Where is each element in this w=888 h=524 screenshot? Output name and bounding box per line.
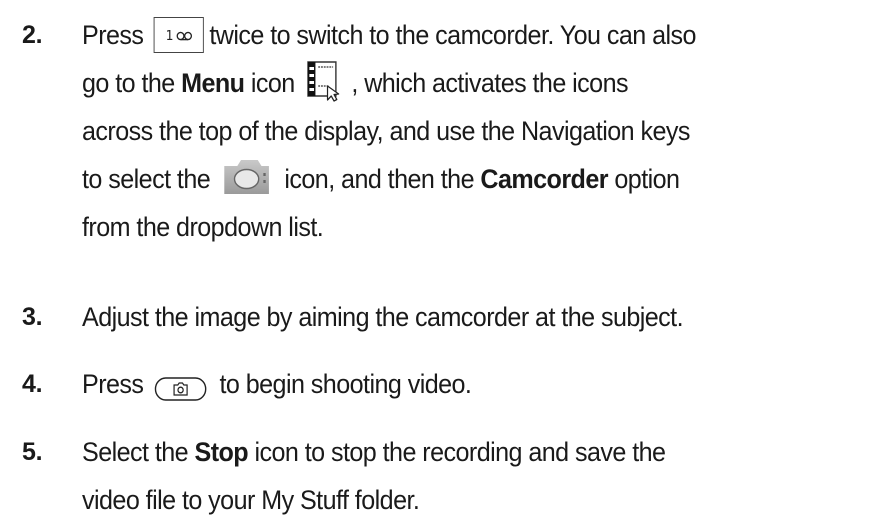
text-fragment: Press: [82, 20, 144, 50]
step-line: video file to your My Stuff folder.: [82, 485, 420, 515]
step-line: across the top of the display, and use t…: [82, 116, 690, 146]
text-fragment: twice to switch to the camcorder. You ca…: [209, 20, 696, 50]
text-fragment: option: [607, 164, 680, 194]
camcorder-label: Camcorder: [480, 164, 608, 194]
step-line: Adjust the image by aiming the camcorder…: [82, 302, 684, 332]
step-text: Select the Stop icon to stop the recordi…: [82, 428, 821, 524]
text-fragment: icon: [244, 68, 295, 98]
menu-label: Menu: [181, 68, 245, 98]
step-line: go to the Menu icon , which activates th…: [82, 59, 821, 107]
text-fragment: Select the: [82, 437, 195, 467]
step-line: to select the icon, and then the Camcord…: [82, 155, 821, 203]
step-number: 5.: [22, 438, 43, 466]
step-line: Select the Stop icon to stop the recordi…: [82, 428, 821, 476]
step-line: Press 1 twice to switch to the camcorder…: [82, 11, 821, 59]
step-number: 4.: [22, 370, 43, 398]
text-fragment: , which activates the icons: [351, 68, 628, 98]
text-fragment: icon, and then the: [284, 164, 481, 194]
svg-text:1: 1: [166, 27, 173, 43]
step-number: 3.: [22, 303, 43, 331]
stop-label: Stop: [194, 437, 249, 467]
step-text: Press to begin shooting video.: [82, 360, 821, 408]
camera-icon: [220, 156, 272, 198]
text-fragment: go to the: [82, 68, 182, 98]
key-1-voicemail-icon: 1: [153, 16, 204, 53]
text-fragment: icon to stop the recording and save the: [248, 437, 666, 467]
step-number: 2.: [22, 21, 43, 49]
step-line: from the dropdown list.: [82, 212, 324, 242]
step-text: Adjust the image by aiming the camcorder…: [82, 293, 821, 341]
instruction-page: 2. Press 1 twice to switch to the camcor…: [0, 0, 888, 518]
text-fragment: to begin shooting video.: [219, 369, 472, 399]
camera-key-icon: [154, 370, 208, 401]
menu-icon: [305, 60, 346, 102]
text-fragment: to select the: [82, 164, 211, 194]
step-text: Press 1 twice to switch to the camcorder…: [82, 11, 821, 251]
text-fragment: Press: [82, 369, 144, 399]
step-line: Press to begin shooting video.: [82, 360, 821, 408]
